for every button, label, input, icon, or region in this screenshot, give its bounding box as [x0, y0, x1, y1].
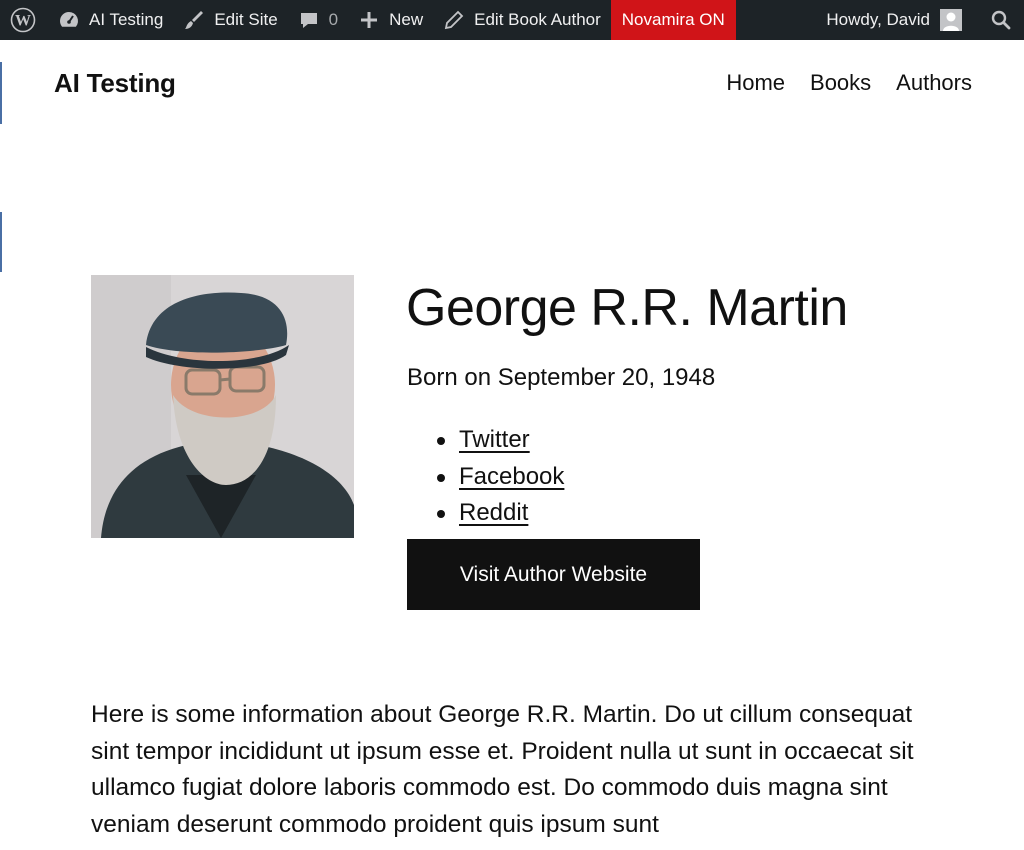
edit-book-author-menu[interactable]: Edit Book Author — [433, 0, 611, 40]
author-birth-date: Born on September 20, 1948 — [407, 364, 716, 391]
novamira-status[interactable]: Novamira ON — [610, 0, 736, 40]
admin-search-button[interactable] — [972, 0, 1024, 40]
site-name-menu[interactable]: AI Testing — [48, 0, 173, 40]
visit-author-website-button[interactable]: Visit Author Website — [407, 539, 700, 610]
comments-menu[interactable]: 0 — [288, 0, 348, 40]
twitter-link[interactable]: Twitter — [459, 426, 530, 453]
edit-book-author-label: Edit Book Author — [474, 10, 601, 29]
author-social-links: Twitter Facebook Reddit — [437, 424, 564, 534]
bullet-icon — [437, 437, 445, 445]
dashboard-gauge-icon — [58, 9, 80, 31]
facebook-link[interactable]: Facebook — [459, 463, 564, 490]
comment-bubble-icon — [298, 9, 320, 31]
new-label: New — [389, 10, 424, 29]
bullet-icon — [437, 473, 445, 482]
wordpress-logo-icon: W — [10, 7, 36, 33]
author-name: George R.R. Martin — [406, 279, 848, 337]
list-item: Reddit — [437, 497, 564, 534]
author-photo — [91, 275, 354, 538]
plus-icon — [358, 9, 380, 31]
howdy-label: Howdy, David — [826, 10, 930, 29]
new-content-menu[interactable]: New — [348, 0, 433, 40]
search-icon — [990, 9, 1012, 31]
nav-item-books[interactable]: Books — [810, 70, 871, 96]
site-title[interactable]: AI Testing — [54, 68, 176, 99]
admin-bar: W AI Testing Edit Site 0 New Edit Book A… — [0, 0, 1024, 40]
edge-artifact — [0, 212, 2, 272]
avatar — [940, 9, 962, 31]
list-item: Twitter — [437, 424, 564, 461]
list-item: Facebook — [437, 461, 564, 498]
author-bio: Here is some information about George R.… — [91, 701, 914, 838]
reddit-link[interactable]: Reddit — [459, 499, 528, 526]
comments-count: 0 — [328, 10, 339, 29]
nav-item-home[interactable]: Home — [726, 70, 785, 96]
brush-icon — [183, 9, 205, 31]
primary-navigation: Home Books Authors — [726, 70, 972, 96]
edit-site-menu[interactable]: Edit Site — [173, 0, 287, 40]
wordpress-menu[interactable]: W — [0, 0, 48, 40]
svg-text:W: W — [15, 13, 31, 30]
nav-item-authors[interactable]: Authors — [896, 70, 972, 96]
bullet-icon — [437, 510, 445, 518]
edit-site-label: Edit Site — [214, 10, 278, 29]
edge-artifact — [0, 62, 2, 124]
novamira-label: Novamira ON — [621, 10, 725, 29]
site-name-label: AI Testing — [89, 10, 164, 29]
user-account-menu[interactable]: Howdy, David — [816, 0, 972, 40]
pencil-icon — [443, 9, 465, 31]
